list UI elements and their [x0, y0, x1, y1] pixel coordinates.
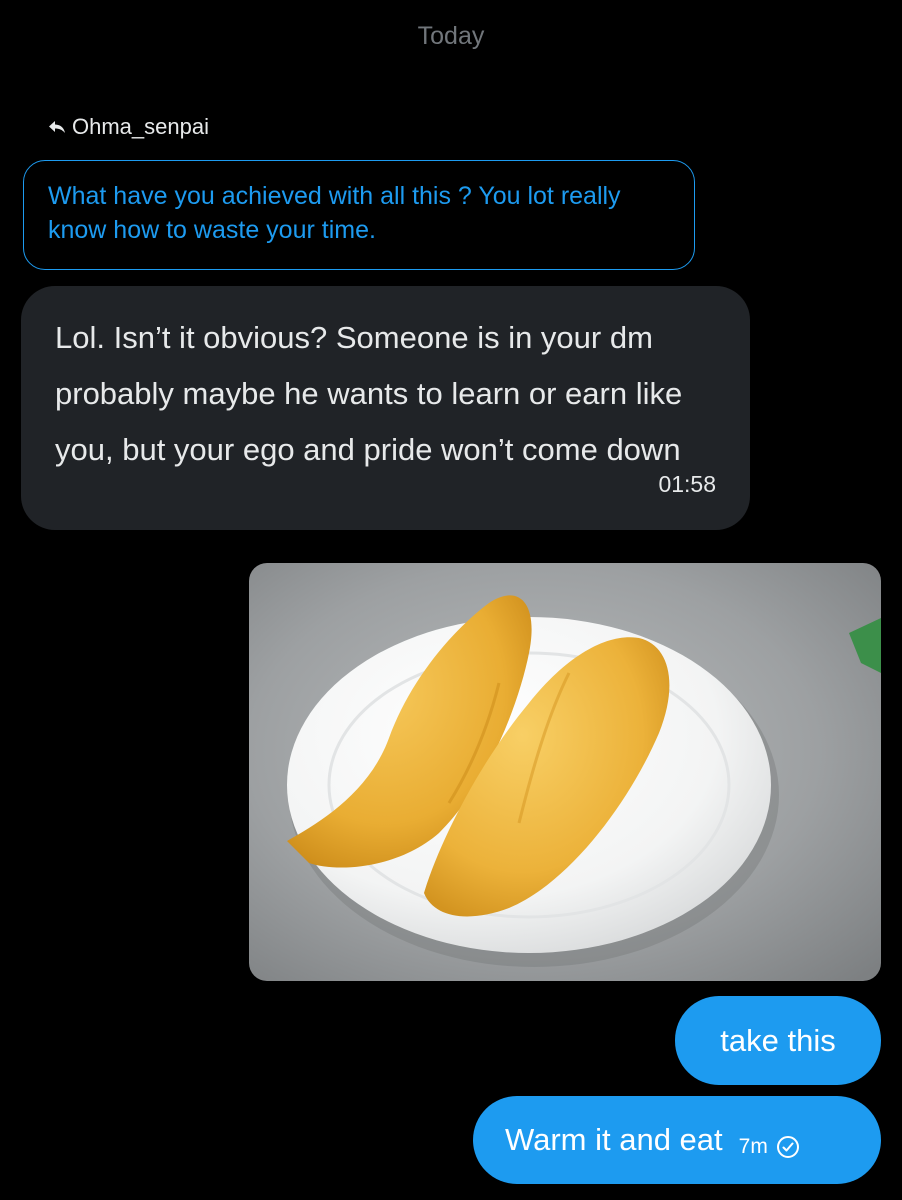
reply-context[interactable]: Ohma_senpai [48, 114, 209, 140]
date-separator: Today [417, 22, 485, 50]
message-text: take this [720, 1022, 836, 1058]
reply-username: Ohma_senpai [72, 114, 209, 139]
incoming-message-bubble[interactable]: Lol. Isn’t it obvious? Someone is in you… [21, 286, 750, 530]
message-text: Warm it and eat [505, 1122, 723, 1157]
reply-arrow-icon [48, 118, 66, 136]
check-circle-icon [776, 1135, 800, 1159]
message-timestamp: 7m [738, 1135, 768, 1158]
outgoing-message-bubble[interactable]: Warm it and eat 7m [473, 1096, 881, 1184]
message-timestamp: 01:58 [658, 471, 716, 497]
shared-image[interactable] [249, 563, 881, 981]
quoted-message[interactable]: What have you achieved with all this ? Y… [23, 160, 695, 270]
outgoing-message-bubble[interactable]: take this [675, 996, 881, 1085]
message-text: Lol. Isn’t it obvious? Someone is in you… [55, 320, 683, 467]
message-meta: 7m [739, 1135, 800, 1159]
